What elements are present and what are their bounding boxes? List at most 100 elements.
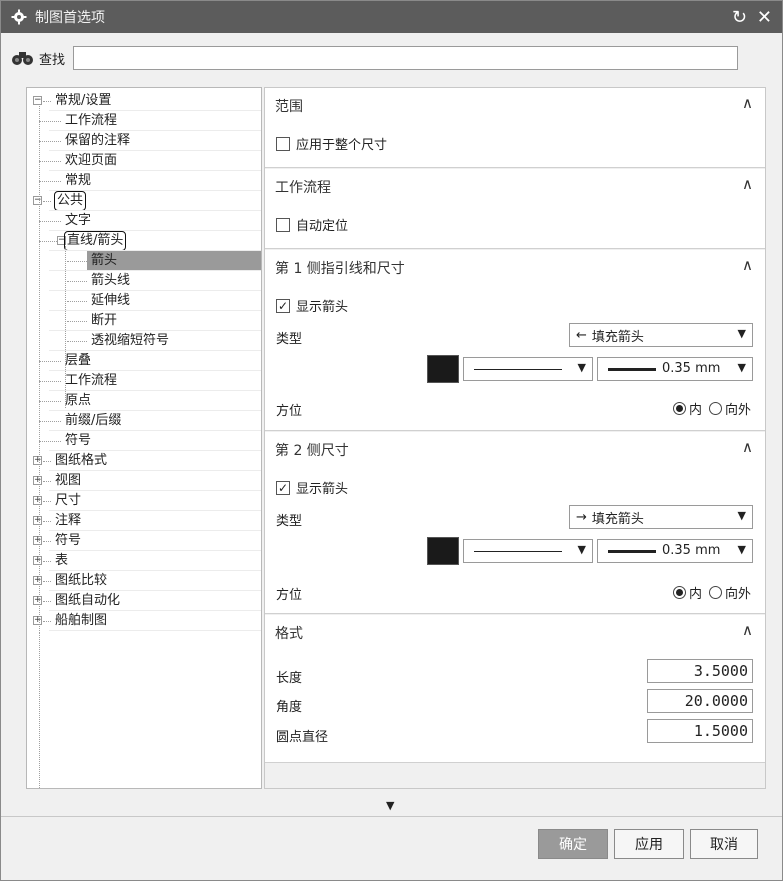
tree-item-label: 箭头线 <box>91 273 131 288</box>
tree-item[interactable]: 符号 <box>27 431 261 451</box>
tree-item[interactable]: + 表 <box>27 551 261 571</box>
show-arrow-checkbox-1[interactable]: ✓ 显示箭头 <box>276 296 348 315</box>
section-title: 第 2 侧尺寸 <box>275 443 349 459</box>
radio-inside-label: 内 <box>688 587 702 602</box>
arrow-left-icon: ← <box>576 327 587 343</box>
radio-inside[interactable] <box>672 586 686 599</box>
tree-item-label: 前缀/后缀 <box>65 413 122 428</box>
chevron-up-icon[interactable]: ∧ <box>742 438 753 456</box>
checkbox-box[interactable] <box>276 217 290 232</box>
expand-icon[interactable]: + <box>33 536 42 545</box>
radio-inside[interactable] <box>672 402 686 415</box>
type-label: 类型 <box>276 332 303 347</box>
line-style-dropdown-1[interactable]: ▼ <box>463 357 593 381</box>
expand-icon[interactable]: + <box>33 496 42 505</box>
tree-item[interactable]: + 图纸格式 <box>27 451 261 471</box>
chevron-up-icon[interactable]: ∧ <box>742 175 753 193</box>
chevron-up-icon[interactable]: ∧ <box>742 256 753 274</box>
tree-item[interactable]: 工作流程 <box>27 371 261 391</box>
tree-row-divider <box>49 630 261 631</box>
tree-item-label: 断开 <box>91 313 118 328</box>
tree-item-label: 图纸比较 <box>55 573 108 588</box>
line-style-dropdown-2[interactable]: ▼ <box>463 539 593 563</box>
tree-item[interactable]: 保留的注释 <box>27 131 261 151</box>
thick-line-icon <box>608 368 656 371</box>
tree-item[interactable]: 原点 <box>27 391 261 411</box>
color-swatch-2[interactable] <box>427 537 459 565</box>
apply-button[interactable]: 应用 <box>614 829 684 859</box>
expand-icon[interactable]: + <box>33 476 42 485</box>
line-width-dropdown-1[interactable]: 0.35 mm ▼ <box>597 357 753 381</box>
tree-connector <box>43 621 51 622</box>
length-input[interactable]: 3.5000 <box>647 659 753 683</box>
orientation-radio-group-2: 内 向外 <box>672 583 751 602</box>
tree-item[interactable]: − 常规/设置 <box>27 91 261 111</box>
auto-position-checkbox[interactable]: 自动定位 <box>276 215 348 234</box>
dot-diameter-input[interactable]: 1.5000 <box>647 719 753 743</box>
line-width-value: 0.35 mm <box>662 361 721 376</box>
tree-item[interactable]: 箭头 <box>27 251 261 271</box>
chevron-up-icon[interactable]: ∧ <box>742 621 753 639</box>
tree-item[interactable]: + 符号 <box>27 531 261 551</box>
tree-connector <box>43 601 51 602</box>
tree-item-label: 文字 <box>65 213 92 228</box>
radio-outside[interactable] <box>708 586 722 599</box>
tree-connector <box>67 341 87 342</box>
tree-item[interactable]: 层叠 <box>27 351 261 371</box>
tree-item[interactable]: 断开 <box>27 311 261 331</box>
collapse-icon[interactable]: − <box>33 96 42 105</box>
chevron-up-icon[interactable]: ∧ <box>742 94 753 112</box>
tree-connector <box>67 321 87 322</box>
checkbox-box[interactable]: ✓ <box>276 298 290 313</box>
tree-item-label: 欢迎页面 <box>65 153 118 168</box>
tree-item[interactable]: 透视缩短符号 <box>27 331 261 351</box>
more-down-icon[interactable]: ▼ <box>386 799 394 812</box>
tree-item[interactable]: − 公共 <box>27 191 261 211</box>
tree-item[interactable]: 欢迎页面 <box>27 151 261 171</box>
expand-icon[interactable]: + <box>33 456 42 465</box>
dropdown-value: 填充箭头 <box>591 511 644 527</box>
expand-icon[interactable]: + <box>33 596 42 605</box>
angle-input[interactable]: 20.0000 <box>647 689 753 713</box>
expand-icon[interactable]: + <box>33 556 42 565</box>
apply-whole-dimension-checkbox[interactable]: 应用于整个尺寸 <box>276 134 387 153</box>
tree-connector <box>43 101 51 102</box>
tree-item[interactable]: + 图纸自动化 <box>27 591 261 611</box>
close-icon[interactable]: ✕ <box>757 7 772 28</box>
expand-icon[interactable]: + <box>33 616 42 625</box>
tree-item[interactable]: 工作流程 <box>27 111 261 131</box>
expand-icon[interactable]: + <box>33 576 42 585</box>
title-bar[interactable]: 制图首选项 ↻ ✕ <box>1 1 782 33</box>
section-title: 范围 <box>275 99 303 115</box>
section-side2: 第 2 侧尺寸 ∧ ✓ 显示箭头 类型 → 填充箭头 ▼ ▼ 0.35 mm ▼ <box>265 432 765 614</box>
collapse-icon[interactable]: − <box>33 196 42 205</box>
tree-item[interactable]: 箭头线 <box>27 271 261 291</box>
cancel-button[interactable]: 取消 <box>690 829 758 859</box>
tree-item[interactable]: 常规 <box>27 171 261 191</box>
tree-item-label: 延伸线 <box>91 293 131 308</box>
tree-item[interactable]: + 船舶制图 <box>27 611 261 631</box>
radio-outside[interactable] <box>708 402 722 415</box>
find-input[interactable] <box>73 46 739 70</box>
arrow-type-dropdown-2[interactable]: → 填充箭头 ▼ <box>569 505 753 529</box>
checkbox-box[interactable] <box>276 136 290 151</box>
tree-item[interactable]: + 尺寸 <box>27 491 261 511</box>
show-arrow-checkbox-2[interactable]: ✓ 显示箭头 <box>276 478 348 497</box>
arrow-type-dropdown-1[interactable]: ← 填充箭头 ▼ <box>569 323 753 347</box>
tree-item[interactable]: + 图纸比较 <box>27 571 261 591</box>
tree-item-label: 层叠 <box>65 353 92 368</box>
checkbox-box[interactable]: ✓ <box>276 480 290 495</box>
tree-item[interactable]: + 视图 <box>27 471 261 491</box>
line-width-dropdown-2[interactable]: 0.35 mm ▼ <box>597 539 753 563</box>
reset-icon[interactable]: ↻ <box>732 7 747 28</box>
tree-item[interactable]: − 直线/箭头 <box>27 231 261 251</box>
color-swatch-1[interactable] <box>427 355 459 383</box>
tree-item[interactable]: 延伸线 <box>27 291 261 311</box>
expand-icon[interactable]: + <box>33 516 42 525</box>
ok-button[interactable]: 确定 <box>538 829 608 859</box>
tree-item[interactable]: + 注释 <box>27 511 261 531</box>
tree-item[interactable]: 前缀/后缀 <box>27 411 261 431</box>
tree-item-label: 图纸格式 <box>55 453 108 468</box>
find-label: 查找 <box>39 52 66 68</box>
tree-item[interactable]: 文字 <box>27 211 261 231</box>
